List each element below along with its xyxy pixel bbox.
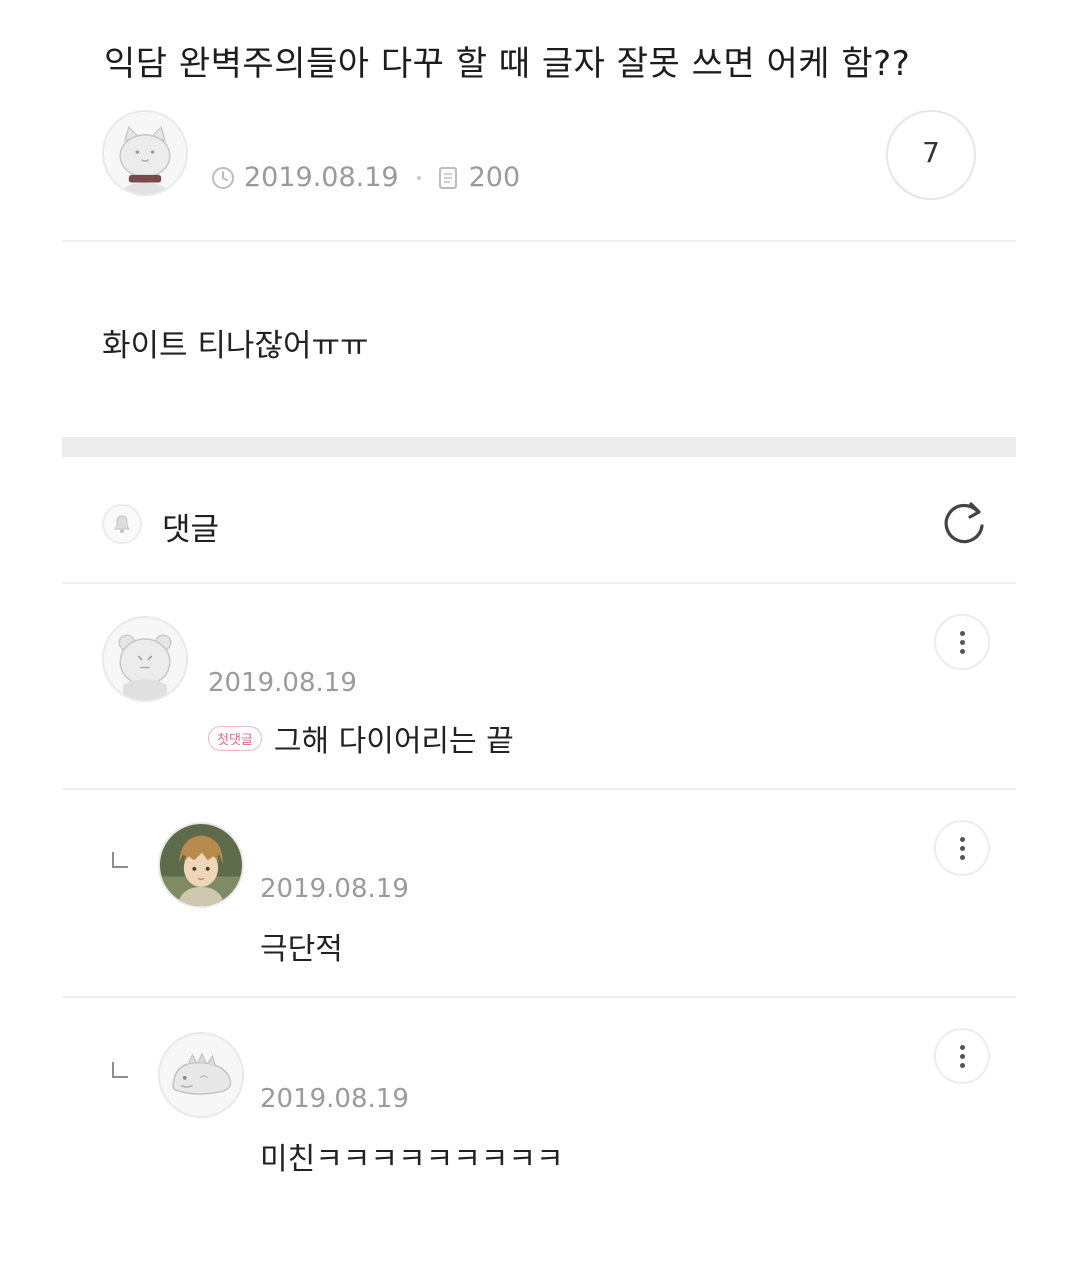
post-title: 익담 완벽주의들아 다꾸 할 때 글자 잘못 쓰면 어케 함?? [104, 44, 911, 84]
comments-label: 댓글 [162, 512, 220, 548]
post-body: 화이트 티나잖어ㅠㅠ [102, 328, 369, 364]
section-separator [62, 437, 1016, 457]
bear-avatar-icon[interactable] [102, 616, 188, 702]
meta-separator [416, 175, 421, 180]
post-meta: 2019.08.19 200 [210, 162, 520, 193]
divider [62, 996, 1016, 998]
comment-count-button[interactable]: 7 [886, 110, 976, 200]
post-date: 2019.08.19 [244, 162, 399, 193]
divider [62, 582, 1016, 584]
comment-text: 극단적 [260, 932, 343, 967]
dinosaur-avatar-icon[interactable] [158, 1032, 244, 1118]
comment-text: 미친ㅋㅋㅋㅋㅋㅋㅋㅋㅋ [260, 1142, 564, 1177]
reply-arrow-icon [112, 1062, 128, 1078]
more-options-icon[interactable] [934, 1028, 990, 1084]
comment-text: 그해 다이어리는 끝 [273, 724, 514, 759]
divider [62, 240, 1016, 242]
comment-text-row: 첫댓글 그해 다이어리는 끝 [208, 716, 514, 760]
reply-arrow-icon [112, 852, 128, 868]
more-options-icon[interactable] [934, 820, 990, 876]
post-page: 익담 완벽주의들아 다꾸 할 때 글자 잘못 쓰면 어케 함?? 2019.08… [62, 0, 1016, 1261]
clock-icon [210, 165, 236, 191]
post-views: 200 [468, 162, 521, 193]
more-options-icon[interactable] [934, 614, 990, 670]
first-comment-badge: 첫댓글 [208, 726, 262, 751]
comment-date: 2019.08.19 [260, 1084, 409, 1114]
refresh-icon[interactable] [938, 498, 990, 550]
anime-boy-avatar-icon[interactable] [158, 822, 244, 908]
comment-date: 2019.08.19 [260, 874, 409, 904]
bell-icon [102, 504, 142, 544]
comment-date: 2019.08.19 [208, 668, 357, 698]
document-icon [435, 165, 461, 191]
cat-avatar-icon[interactable] [102, 110, 188, 196]
divider [62, 788, 1016, 790]
